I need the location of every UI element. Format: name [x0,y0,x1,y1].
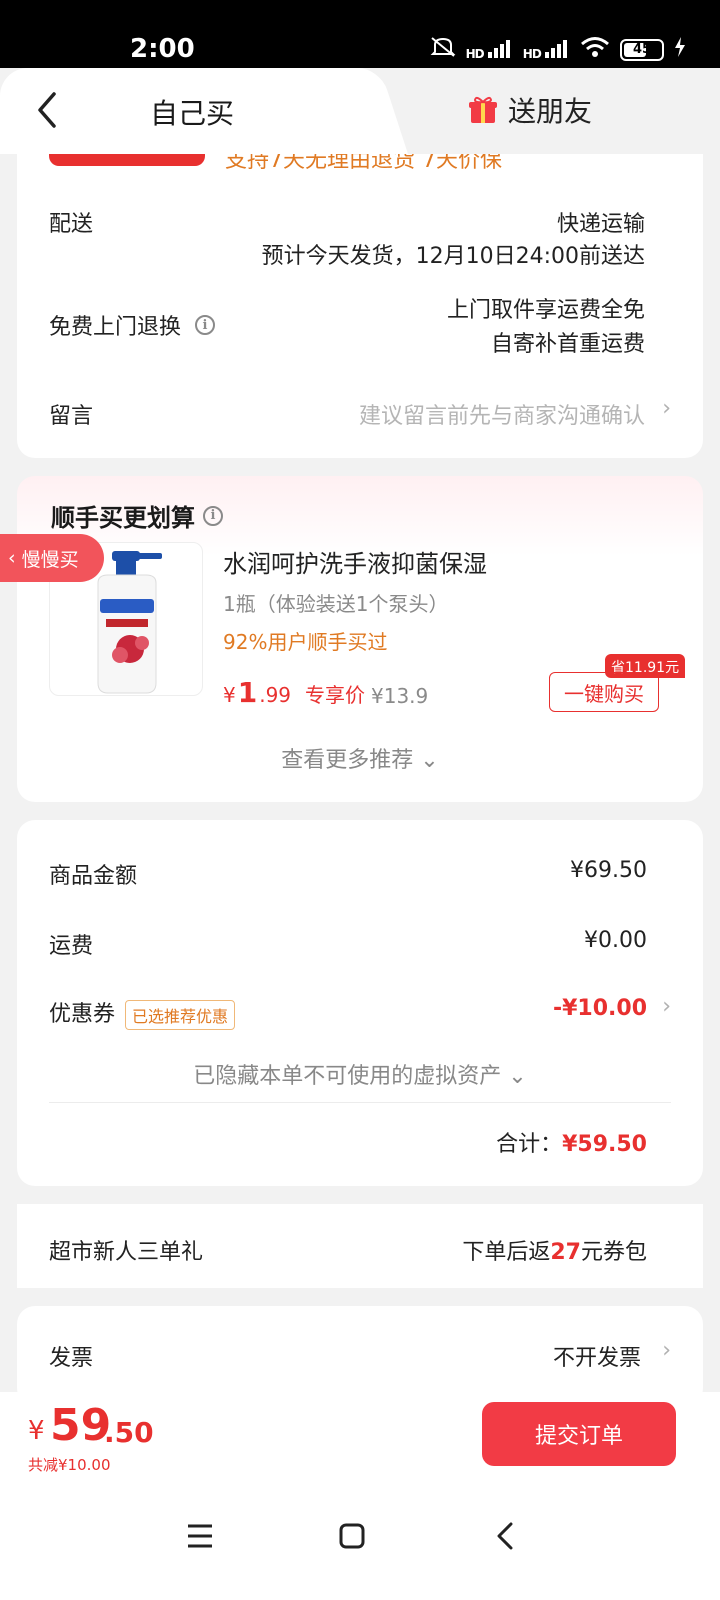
coupon-label: 优惠券 [49,1002,116,1027]
chevron-right-icon[interactable]: › [662,1338,671,1363]
newbie-gift-card: 超市新人三单礼 下单后返27元券包 [17,1204,703,1288]
chevron-right-icon[interactable]: › [662,396,671,421]
delivery-method[interactable]: 快递运输 [557,206,645,238]
delivery-card: 支持7天无理由退货 7天价保 配送 快递运输 预计今天发货，12月10日24:0… [17,154,703,458]
promo-badge [49,154,205,166]
recommend-title: 顺手买更划算 [51,504,195,532]
returns-label: 免费上门退换 [49,315,182,340]
coupon-tag: 已选推荐优惠 [125,1000,236,1030]
price-label: 专享价 [305,683,366,707]
product-tag: 92%用户顺手买过 [223,630,388,654]
chevron-left-icon: ‹ [8,547,16,569]
header: 自己买 送朋友 [0,68,720,154]
product-price: ¥ 1 .99 专享价 [223,676,366,709]
chevron-right-icon[interactable]: › [662,994,671,1019]
battery-icon: 45 [620,38,664,61]
note-label: 留言 [49,404,94,429]
returns-line1: 上门取件享运费全免 [446,298,645,323]
delivery-label: 配送 [49,212,94,237]
divider [49,1102,671,1103]
recommend-card: 顺手买更划算 i 水润呵护洗手液抑菌保湿 1瓶（体验装送1个泵头） 92%用户顺… [17,476,703,802]
slow-buy-tab[interactable]: ‹ 慢慢买 [0,534,104,582]
total-row: 合计：¥59.50 [496,1126,647,1158]
back-icon[interactable] [486,1516,526,1556]
product-name[interactable]: 水润呵护洗手液抑菌保湿 [223,544,487,579]
invoice-value[interactable]: 不开发票 [553,1340,641,1372]
signal-icon: HD [466,38,513,61]
chevron-down-icon: ⌄ [508,1064,527,1089]
invoice-label: 发票 [49,1346,94,1371]
returns-line2: 自寄补首重运费 [490,332,645,357]
gift-icon [469,96,497,123]
tab-gift-friend[interactable]: 送朋友 [468,90,592,130]
product-spec: 1瓶（体验装送1个泵头） [223,592,449,616]
goods-amount-value: ¥69.50 [570,858,647,883]
pay-currency: ¥ [28,1416,45,1446]
delivery-eta: 预计今天发货，12月10日24:00前送达 [261,244,645,269]
old-price: ¥13.9 [371,684,429,708]
goods-amount-label: 商品金额 [49,864,138,889]
coupon-row[interactable]: 优惠券 已选推荐优惠 [49,996,236,1030]
submit-order-button[interactable]: 提交订单 [482,1402,676,1466]
newbie-label: 超市新人三单礼 [49,1240,204,1265]
menu-icon[interactable] [180,1516,220,1556]
checkout-bar: ¥ 59 .50 共减¥10.00 提交订单 [0,1392,720,1492]
signal-icon-2: HD [523,38,570,61]
invoice-card[interactable]: 发票 不开发票 › [17,1306,703,1406]
info-icon[interactable]: i [203,505,223,526]
info-icon[interactable]: i [195,315,216,335]
back-arrow-icon[interactable] [30,90,66,130]
status-bar: 2:00 HD HD 45 [0,0,720,72]
returns-row: 免费上门退换 i [49,309,216,341]
newbie-reward: 下单后返27元券包 [462,1240,647,1265]
coupon-value[interactable]: -¥10.00 [553,996,647,1021]
recommend-title-row: 顺手买更划算 i [51,498,223,533]
pay-saved: 共减¥10.00 [28,1456,111,1474]
total-value: ¥59.50 [562,1132,647,1157]
note-input[interactable]: 建议留言前先与商家沟通确认 [359,398,645,430]
quick-buy-button[interactable]: 一键购买 [549,672,659,712]
status-time: 2:00 [130,34,195,64]
mute-icon [430,36,456,63]
total-label: 合计： [496,1132,563,1157]
pay-amount-dec: .50 [104,1416,154,1449]
summary-card: 商品金额 ¥69.50 运费 ¥0.00 优惠券 已选推荐优惠 -¥10.00 ›… [17,820,703,1186]
tab-gift-label: 送朋友 [508,95,593,128]
shipping-label: 运费 [49,934,94,959]
wifi-icon [580,36,610,63]
hidden-assets-toggle[interactable]: 已隐藏本单不可使用的虚拟资产 ⌄ [17,1058,703,1090]
home-icon[interactable] [332,1516,372,1556]
status-icons: HD HD 45 [430,36,686,63]
tab-self-label: 自己买 [150,97,235,130]
charging-icon [674,37,686,62]
system-nav-bar [0,1492,720,1600]
shipping-value: ¥0.00 [584,928,647,953]
pay-amount-int: 59 [50,1400,112,1451]
promo-text: 支持7天无理由退货 7天价保 [225,154,502,173]
tab-self-buy[interactable]: 自己买 [0,68,360,154]
chevron-down-icon: ⌄ [420,748,439,773]
more-recommendations-button[interactable]: 查看更多推荐 ⌄ [17,742,703,774]
